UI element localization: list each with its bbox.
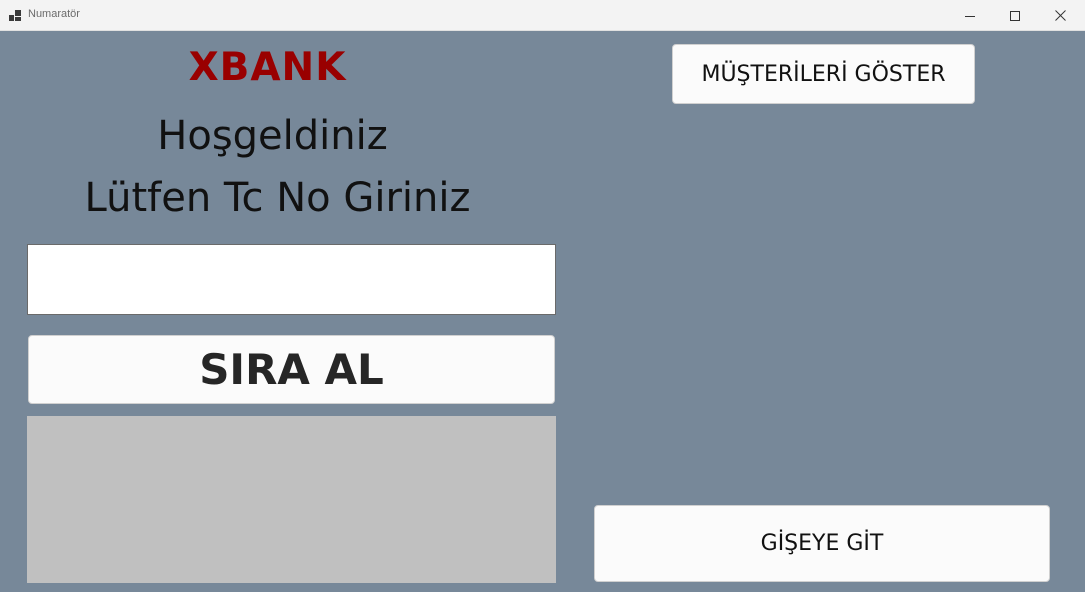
title-bar: Numaratör [0, 0, 1085, 31]
take-number-button[interactable]: SIRA AL [28, 335, 555, 404]
maximize-icon [1010, 10, 1020, 21]
brand-logo-text: XBANK [188, 45, 347, 90]
close-icon [1054, 10, 1066, 21]
tc-prompt-label: Lütfen Tc No Giriniz [84, 175, 471, 221]
close-button[interactable] [1037, 0, 1083, 31]
window-title: Numaratör [28, 8, 80, 20]
result-panel [27, 416, 556, 583]
welcome-label: Hoşgeldiniz [157, 113, 388, 159]
app-icon [9, 10, 21, 22]
minimize-button[interactable] [947, 0, 993, 31]
form-client-area: XBANK Hoşgeldiniz Lütfen Tc No Giriniz S… [0, 31, 1085, 592]
go-to-counter-button[interactable]: GİŞEYE GİT [594, 505, 1050, 582]
minimize-icon [965, 15, 975, 17]
show-customers-button[interactable]: MÜŞTERİLERİ GÖSTER [672, 44, 975, 104]
maximize-button[interactable] [992, 0, 1038, 31]
tc-number-input[interactable] [27, 244, 556, 315]
